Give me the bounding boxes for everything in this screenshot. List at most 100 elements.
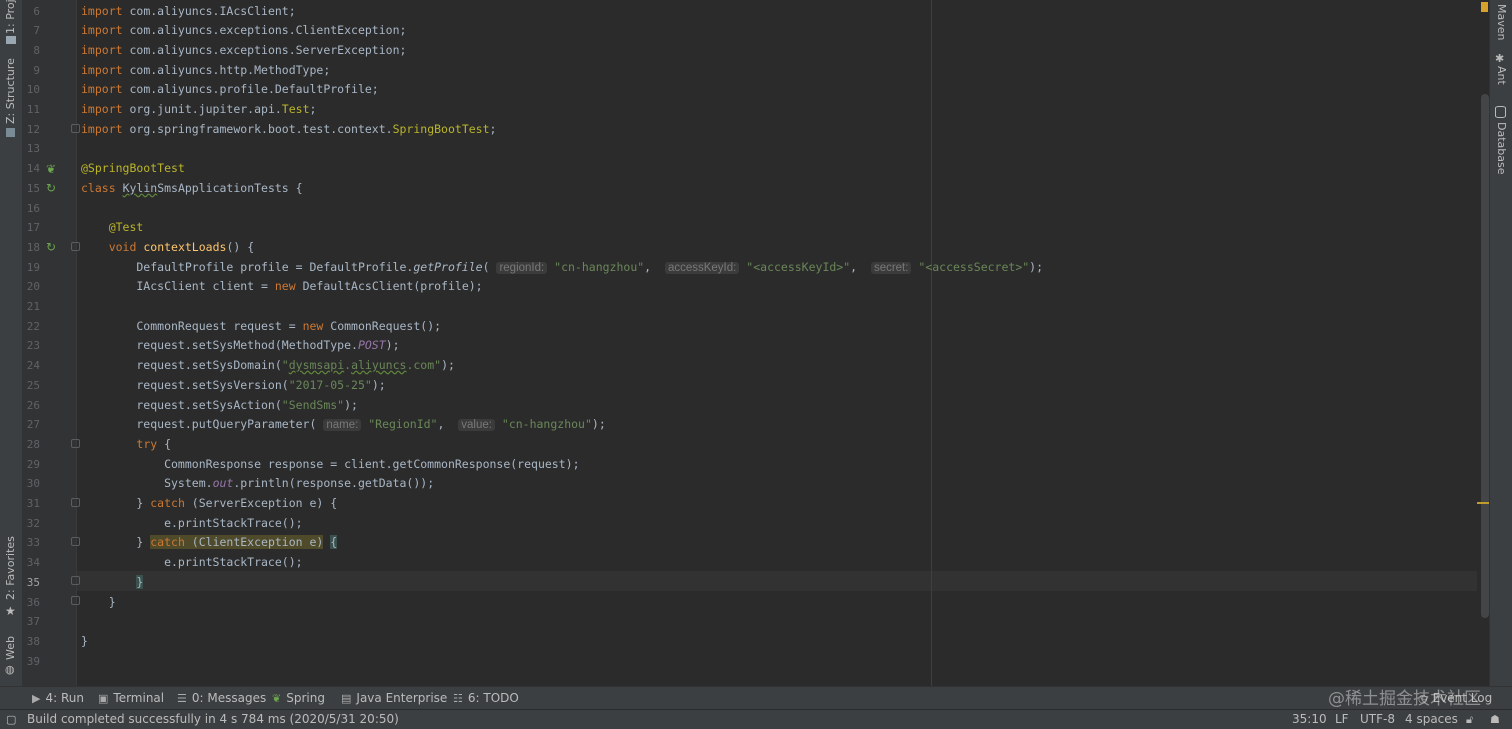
caret-position[interactable]: 35:10	[1292, 710, 1327, 729]
code-line[interactable]: request.setSysAction("SendSms");	[81, 396, 358, 416]
line-number[interactable]: 30	[22, 474, 40, 494]
code-line[interactable]: void contextLoads() {	[81, 238, 254, 258]
line-number[interactable]: 23	[22, 336, 40, 356]
code-line[interactable]: import org.springframework.boot.test.con…	[81, 120, 496, 140]
line-number[interactable]: 25	[22, 376, 40, 396]
fold-marker[interactable]	[71, 439, 80, 448]
indent-setting[interactable]: 4 spaces	[1405, 710, 1458, 729]
code-line[interactable]: request.setSysDomain("dysmsapi.aliyuncs.…	[81, 356, 455, 376]
run-test-method-icon[interactable]: ↻	[46, 241, 56, 253]
line-separator[interactable]: LF	[1335, 710, 1349, 729]
line-number[interactable]: 27	[22, 415, 40, 435]
line-number[interactable]: 31	[22, 494, 40, 514]
line-number[interactable]: 24	[22, 356, 40, 376]
spring-bean-icon[interactable]: ❦	[46, 163, 56, 175]
web-tab[interactable]: Web	[4, 636, 17, 660]
error-stripe-marker[interactable]	[1477, 502, 1489, 504]
code-line[interactable]: import com.aliyuncs.http.MethodType;	[81, 61, 330, 81]
code-line[interactable]: System.out.println(response.getData());	[81, 474, 434, 494]
line-number[interactable]: 14	[22, 159, 40, 179]
fold-marker[interactable]	[71, 124, 80, 133]
code-line[interactable]: import org.junit.jupiter.api.Test;	[81, 100, 316, 120]
code-line[interactable]: }	[81, 593, 116, 613]
code-line[interactable]: } catch (ClientException e) {	[81, 533, 338, 553]
code-line[interactable]: import com.aliyuncs.exceptions.ClientExc…	[81, 21, 406, 41]
code-line[interactable]: request.setSysVersion("2017-05-25");	[81, 376, 385, 396]
status-message: Build completed successfully in 4 s 784 …	[27, 712, 399, 726]
line-number[interactable]: 35	[22, 573, 40, 593]
code-line[interactable]: import com.aliyuncs.profile.DefaultProfi…	[81, 80, 379, 100]
code-line[interactable]: }	[81, 632, 88, 652]
line-number[interactable]: 20	[22, 277, 40, 297]
line-number[interactable]: 17	[22, 218, 40, 238]
star-icon: ★	[5, 604, 16, 618]
warning-marker[interactable]	[1481, 2, 1488, 12]
fold-marker[interactable]	[71, 576, 80, 585]
line-number[interactable]: 37	[22, 612, 40, 632]
line-number[interactable]: 32	[22, 514, 40, 534]
code-line[interactable]: @SpringBootTest	[81, 159, 185, 179]
line-number[interactable]: 7	[22, 21, 40, 41]
line-number[interactable]: 15	[22, 179, 40, 199]
line-number[interactable]: 39	[22, 652, 40, 672]
code-line[interactable]: CommonRequest request = new CommonReques…	[81, 317, 441, 337]
line-number[interactable]: 38	[22, 632, 40, 652]
maven-tab[interactable]: Maven	[1495, 4, 1508, 40]
line-number[interactable]: 13	[22, 139, 40, 159]
inspector-icon[interactable]: ☗	[1490, 710, 1500, 729]
structure-tab[interactable]: Z: Structure	[4, 58, 17, 124]
run-test-icon[interactable]: ↻	[46, 182, 56, 194]
project-tab[interactable]: 1: Project	[4, 0, 17, 34]
code-line[interactable]: e.printStackTrace();	[81, 553, 302, 573]
run-tool-button[interactable]: ▶ 4: Run	[32, 687, 84, 710]
messages-tool-button[interactable]: ☰ 0: Messages	[177, 687, 266, 710]
terminal-tool-button[interactable]: ▣ Terminal	[98, 687, 164, 710]
code-line[interactable]: request.setSysMethod(MethodType.POST);	[81, 336, 399, 356]
line-number[interactable]: 9	[22, 61, 40, 81]
line-number[interactable]: 26	[22, 396, 40, 416]
java-enterprise-tool-button[interactable]: ▤ Java Enterprise	[341, 687, 447, 710]
code-line[interactable]: import com.aliyuncs.IAcsClient;	[81, 2, 296, 22]
fold-marker[interactable]	[71, 498, 80, 507]
line-number[interactable]: 19	[22, 258, 40, 278]
file-encoding[interactable]: UTF-8	[1360, 710, 1395, 729]
code-line[interactable]: request.putQueryParameter( name: "Region…	[81, 415, 606, 436]
fold-marker[interactable]	[71, 537, 80, 546]
spring-tool-button[interactable]: ❦ Spring	[272, 687, 325, 710]
code-line[interactable]: }	[81, 573, 144, 593]
status-panel-icon[interactable]: ▢	[6, 710, 16, 729]
line-number[interactable]: 11	[22, 100, 40, 120]
right-margin-guide	[931, 0, 932, 686]
vertical-scrollbar[interactable]	[1481, 94, 1489, 618]
lock-icon[interactable]: 🔓︎	[1466, 710, 1473, 729]
favorites-tab[interactable]: 2: Favorites	[4, 536, 17, 600]
line-number[interactable]: 6	[22, 2, 40, 22]
line-number[interactable]: 8	[22, 41, 40, 61]
fold-marker[interactable]	[71, 596, 80, 605]
fold-marker[interactable]	[71, 242, 80, 251]
code-line[interactable]: @Test	[81, 218, 144, 238]
code-line[interactable]: import com.aliyuncs.exceptions.ServerExc…	[81, 41, 406, 61]
line-number[interactable]: 12	[22, 120, 40, 140]
code-line[interactable]: IAcsClient client = new DefaultAcsClient…	[81, 277, 482, 297]
line-number[interactable]: 33	[22, 533, 40, 553]
line-number[interactable]: 36	[22, 593, 40, 613]
line-number[interactable]: 18	[22, 238, 40, 258]
line-number[interactable]: 34	[22, 553, 40, 573]
database-tab[interactable]: Database	[1495, 122, 1508, 175]
line-number[interactable]: 22	[22, 317, 40, 337]
todo-tool-button[interactable]: ☷ 6: TODO	[453, 687, 519, 710]
line-number[interactable]: 10	[22, 80, 40, 100]
line-number[interactable]: 28	[22, 435, 40, 455]
code-line[interactable]: class KylinSmsApplicationTests {	[81, 179, 303, 199]
code-line[interactable]: try {	[81, 435, 171, 455]
code-line[interactable]: DefaultProfile profile = DefaultProfile.…	[81, 258, 1043, 279]
code-line[interactable]: CommonResponse response = client.getComm…	[81, 455, 579, 475]
code-line[interactable]: } catch (ServerException e) {	[81, 494, 337, 514]
line-number[interactable]: 29	[22, 455, 40, 475]
line-number[interactable]: 16	[22, 199, 40, 219]
line-number[interactable]: 21	[22, 297, 40, 317]
ant-tab[interactable]: Ant	[1495, 66, 1508, 85]
folder-icon	[6, 36, 16, 44]
code-line[interactable]: e.printStackTrace();	[81, 514, 302, 534]
